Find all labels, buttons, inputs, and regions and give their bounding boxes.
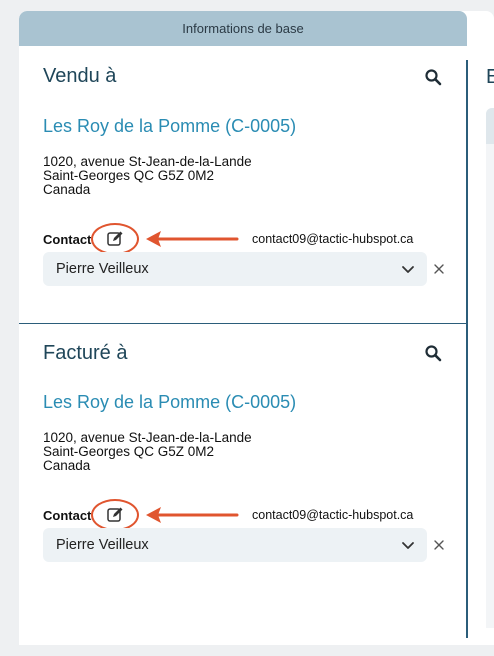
chevron-down-icon[interactable] [401, 538, 415, 552]
address-line: Canada [43, 458, 91, 473]
chevron-down-icon[interactable] [401, 262, 415, 276]
billed-to-company-link[interactable]: Les Roy de la Pomme (C-0005) [43, 392, 296, 413]
select-value: Pierre Veilleux [56, 537, 149, 553]
sold-to-contact-email: contact09@tactic-hubspot.ca [252, 232, 414, 246]
right-column-panel [486, 108, 494, 628]
card-header: Informations de base [19, 11, 467, 46]
billed-to-contact-select[interactable]: Pierre Veilleux [43, 528, 427, 562]
annotation-arrow [146, 231, 239, 247]
search-icon[interactable] [424, 344, 442, 362]
billed-to-contact-label: Contact [43, 508, 92, 523]
address-line: Saint-Georges QC G5Z 0M2 [43, 444, 215, 459]
address-line: 1020, avenue St-Jean-de-la-Lande [43, 430, 252, 445]
sold-to-title: Vendu à [43, 65, 117, 87]
sold-to-contact-select[interactable]: Pierre Veilleux [43, 252, 427, 286]
billed-to-contact-email: contact09@tactic-hubspot.ca [252, 508, 414, 522]
close-icon[interactable] [433, 263, 445, 275]
address-line: Saint-Georges QC G5Z 0M2 [43, 168, 215, 183]
edit-icon[interactable] [106, 230, 124, 248]
annotation-arrow [146, 507, 239, 523]
basic-info-card: Informations de base E Vendu à Les Roy d… [19, 11, 494, 645]
close-icon[interactable] [433, 539, 445, 551]
search-icon[interactable] [424, 68, 442, 86]
billed-to-title: Facturé à [43, 342, 128, 364]
address-line: 1020, avenue St-Jean-de-la-Lande [43, 154, 252, 169]
address-line: Canada [43, 182, 91, 197]
card-header-title: Informations de base [182, 21, 304, 36]
billed-to-address: 1020, avenue St-Jean-de-la-Lande Saint-G… [43, 431, 252, 473]
edit-icon[interactable] [106, 506, 124, 524]
select-value: Pierre Veilleux [56, 261, 149, 277]
right-column-title: E [486, 66, 494, 88]
sold-to-contact-label: Contact [43, 232, 92, 247]
sold-to-company-link[interactable]: Les Roy de la Pomme (C-0005) [43, 116, 296, 137]
section-divider [19, 323, 467, 324]
column-divider [466, 60, 468, 638]
sold-to-address: 1020, avenue St-Jean-de-la-Lande Saint-G… [43, 155, 252, 197]
